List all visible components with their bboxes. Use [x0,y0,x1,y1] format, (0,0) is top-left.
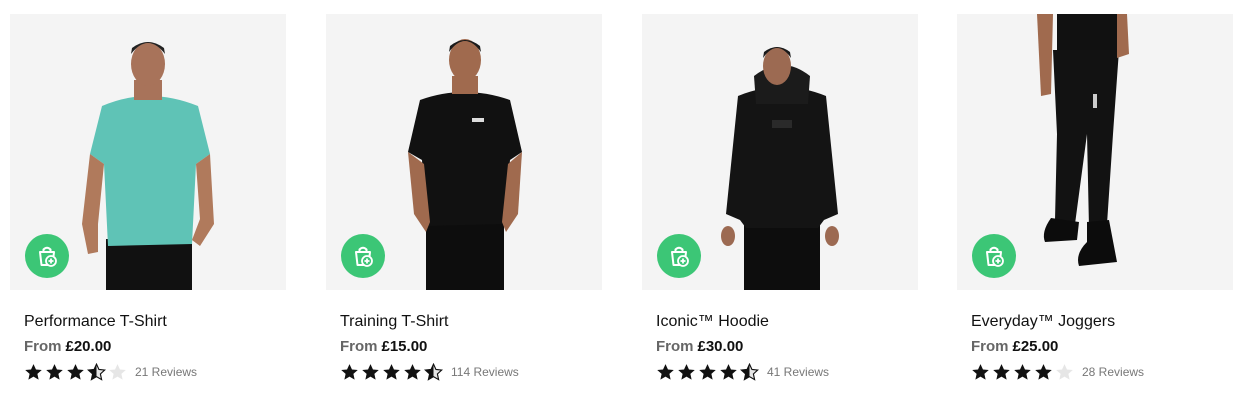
product-name[interactable]: Performance T-Shirt [24,312,286,332]
product-rating[interactable]: 28 Reviews [971,363,1233,381]
product-image[interactable] [642,14,918,290]
price-prefix: From [971,338,1009,355]
star-full-icon [341,364,358,380]
star-rating [971,363,1076,381]
add-to-basket-icon [355,246,373,267]
star-full-icon [67,364,84,380]
product-card[interactable]: Everyday™ Joggers From £25.00 28 Reviews [957,14,1233,394]
price-prefix: From [656,338,694,355]
star-half-icon [424,363,443,381]
star-rating [340,363,445,381]
star-rating [656,363,761,381]
product-card[interactable]: Performance T-Shirt From £20.00 21 Review… [10,14,286,394]
product-image[interactable] [957,14,1233,290]
add-to-basket-button[interactable] [25,234,69,278]
add-to-basket-button[interactable] [657,234,701,278]
product-name[interactable]: Training T-Shirt [340,312,602,332]
star-empty-icon [1056,364,1073,380]
star-full-icon [657,364,674,380]
product-name[interactable]: Iconic™ Hoodie [656,312,918,332]
product-image[interactable] [10,14,286,290]
add-to-basket-button[interactable] [972,234,1016,278]
star-full-icon [972,364,989,380]
product-price: From £20.00 [24,337,286,357]
product-card[interactable]: Iconic™ Hoodie From £30.00 41 Reviews [642,14,918,394]
product-rating[interactable]: 114 Reviews [340,363,602,381]
star-full-icon [699,364,716,380]
star-full-icon [993,364,1010,380]
star-full-icon [46,364,63,380]
product-rating[interactable]: 41 Reviews [656,363,918,381]
product-price: From £30.00 [656,337,918,357]
price-value: £25.00 [1012,338,1059,355]
add-to-basket-icon [671,246,689,267]
reviews-count[interactable]: 21 Reviews [135,365,197,379]
star-full-icon [383,364,400,380]
star-full-icon [720,364,737,380]
add-to-basket-button[interactable] [341,234,385,278]
star-half-icon [740,363,759,381]
add-to-basket-icon [986,246,1004,267]
product-price: From £15.00 [340,337,602,357]
product-rating[interactable]: 21 Reviews [24,363,286,381]
price-prefix: From [24,338,62,355]
price-value: £20.00 [65,338,112,355]
product-image[interactable] [326,14,602,290]
star-full-icon [678,364,695,380]
star-full-icon [1035,364,1052,380]
star-rating [24,363,129,381]
price-value: £15.00 [381,338,428,355]
star-empty-icon [109,364,126,380]
star-full-icon [362,364,379,380]
star-full-icon [404,364,421,380]
price-value: £30.00 [697,338,744,355]
product-card[interactable]: Training T-Shirt From £15.00 114 Reviews [326,14,602,394]
product-name[interactable]: Everyday™ Joggers [971,312,1233,332]
price-prefix: From [340,338,378,355]
star-full-icon [1014,364,1031,380]
reviews-count[interactable]: 41 Reviews [767,365,829,379]
product-grid: Performance T-Shirt From £20.00 21 Review… [0,0,1242,404]
add-to-basket-icon [39,246,57,267]
product-price: From £25.00 [971,337,1233,357]
reviews-count[interactable]: 28 Reviews [1082,365,1144,379]
reviews-count[interactable]: 114 Reviews [451,365,519,379]
star-half-icon [87,363,106,381]
star-full-icon [25,364,42,380]
